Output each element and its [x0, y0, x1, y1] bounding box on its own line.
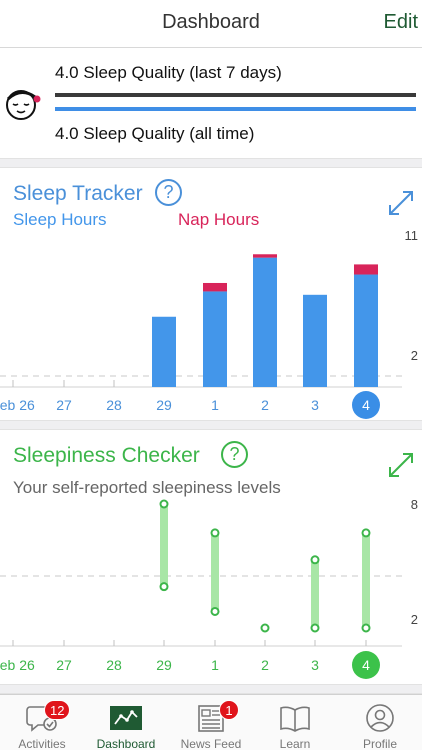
sleepiness-low-dot	[310, 623, 320, 633]
sleepiness-range-bar	[211, 532, 219, 612]
sleep-quality-summary[interactable]: 4.0 Sleep Quality (last 7 days) 4.0 Slee…	[0, 48, 422, 158]
tab-news-feed-label: News Feed	[180, 737, 242, 750]
sleep-tracker-x-axis: Feb 262728291234	[0, 391, 422, 421]
x-axis-label[interactable]: 1	[190, 391, 240, 419]
sleep-quality-all-time: 4.0 Sleep Quality (all time)	[55, 124, 255, 143]
x-axis-label[interactable]: 3	[290, 651, 340, 679]
sleepiness-low-dot	[210, 606, 220, 616]
profile-icon	[366, 704, 394, 732]
sleepiness-range-bar	[311, 559, 319, 628]
nap-hours-bar	[354, 264, 378, 275]
sleep-hours-bar	[354, 274, 378, 387]
sleepiness-high-dot	[159, 499, 169, 509]
tab-profile-label: Profile	[362, 737, 397, 750]
tab-dashboard[interactable]: Dashboard	[84, 695, 168, 750]
x-axis-label[interactable]: 28	[89, 391, 139, 419]
sleep-tracker-card: Sleep Tracker ? Sleep Hours Nap Hours 11…	[0, 168, 422, 420]
sleep-hours-bar	[203, 291, 227, 387]
x-axis-label[interactable]: 3	[290, 391, 340, 419]
edit-button[interactable]: Edit	[384, 11, 418, 34]
tab-profile[interactable]: Profile	[338, 695, 422, 750]
x-axis-label[interactable]: Feb 26	[0, 391, 38, 419]
tab-activities-label: Activities	[18, 737, 66, 750]
book-icon	[280, 706, 310, 732]
x-axis-label[interactable]: 2	[240, 651, 290, 679]
x-axis-label[interactable]: 27	[39, 651, 89, 679]
sleepiness-range-bar	[160, 504, 168, 587]
sleepiness-low-dot	[159, 582, 169, 592]
sleeping-face-icon	[6, 90, 41, 120]
tab-activities[interactable]: 12 Activities	[0, 695, 84, 750]
x-axis-label[interactable]: 4	[341, 651, 391, 679]
news-feed-badge: 1	[219, 700, 239, 720]
sleepiness-high-dot	[210, 528, 220, 538]
sleep-hours-bar	[303, 294, 327, 387]
x-axis-label[interactable]: 27	[39, 391, 89, 419]
x-axis-label[interactable]: Feb 26	[0, 651, 38, 679]
section-divider	[0, 420, 422, 430]
sleepiness-high-dot	[260, 623, 270, 633]
x-axis-label[interactable]: 4	[341, 391, 391, 419]
x-axis-label[interactable]: 2	[240, 391, 290, 419]
tab-bar: 12 Activities Dashboard 1 News Feed Lear…	[0, 694, 422, 750]
sleepiness-chart[interactable]	[0, 430, 422, 650]
x-axis-label[interactable]: 28	[89, 651, 139, 679]
nap-hours-bar	[253, 254, 277, 258]
sleepiness-low-dot	[361, 623, 371, 633]
section-divider	[0, 158, 422, 168]
sleepiness-high-dot	[361, 528, 371, 538]
activities-badge: 12	[44, 700, 71, 720]
x-axis-label[interactable]: 29	[139, 651, 189, 679]
section-divider	[0, 684, 422, 694]
sleepiness-checker-card: Sleepiness Checker ? Your self-reported …	[0, 430, 422, 684]
tab-learn[interactable]: Learn	[253, 695, 337, 750]
page-title: Dashboard	[162, 11, 260, 33]
sleep-quality-last-7-days: 4.0 Sleep Quality (last 7 days)	[55, 63, 282, 82]
navigation-bar: Dashboard Edit	[0, 0, 422, 48]
sleepiness-x-axis: Feb 262728291234	[0, 651, 422, 681]
sleepiness-range-bar	[362, 532, 370, 628]
sleep-tracker-chart[interactable]	[0, 168, 422, 390]
x-axis-label[interactable]: 1	[190, 651, 240, 679]
sleep-hours-bar	[152, 316, 176, 387]
x-axis-label[interactable]: 29	[139, 391, 189, 419]
tab-news-feed[interactable]: 1 News Feed	[169, 695, 253, 750]
sleep-hours-bar	[253, 257, 277, 387]
quality-bar-all-time	[55, 107, 416, 111]
tab-dashboard-label: Dashboard	[96, 737, 156, 750]
quality-bar-last-7-days	[55, 93, 416, 97]
sleepiness-high-dot	[310, 555, 320, 565]
nap-hours-bar	[203, 282, 227, 292]
tab-learn-label: Learn	[279, 737, 311, 750]
dashboard-chart-icon	[110, 706, 142, 730]
